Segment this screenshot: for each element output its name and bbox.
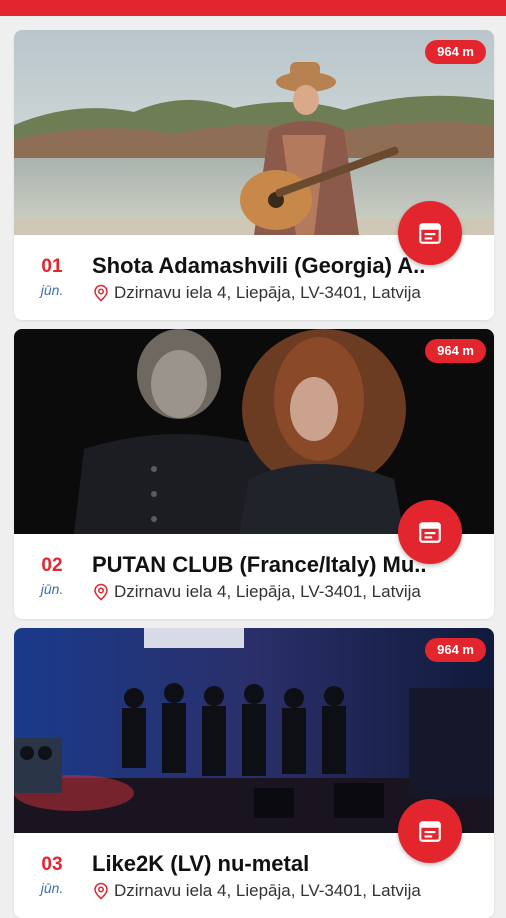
event-address: Dzirnavu iela 4, Liepāja, LV-3401, Latvi… [92, 880, 492, 902]
event-title[interactable]: Shota Adamashvili (Georgia) A.. [92, 252, 484, 280]
event-month: jūn. [40, 581, 64, 597]
distance-badge: 964 m [425, 40, 486, 64]
location-pin-icon [94, 284, 108, 302]
event-day: 01 [41, 256, 63, 277]
event-month: jūn. [40, 880, 64, 896]
calendar-icon [419, 223, 441, 244]
event-title[interactable]: PUTAN CLUB (France/Italy) Mu.. [92, 551, 484, 579]
event-day: 03 [41, 854, 63, 875]
event-card[interactable]: 964 m 03 jūn. Like2K (LV) nu-metal Dzirn… [14, 628, 494, 918]
event-address: Dzirnavu iela 4, Liepāja, LV-3401, Latvi… [92, 282, 492, 304]
event-address-text: Dzirnavu iela 4, Liepāja, LV-3401, Latvi… [114, 881, 421, 900]
event-title[interactable]: Like2K (LV) nu-metal [92, 850, 484, 878]
location-pin-icon [94, 583, 108, 601]
top-app-bar [0, 0, 506, 16]
location-pin-icon [94, 882, 108, 900]
event-month: jūn. [40, 282, 64, 298]
event-card[interactable]: 964 m 01 jūn. Shota Adamashvili (Georgia… [14, 30, 494, 320]
calendar-icon [419, 522, 441, 543]
distance-badge: 964 m [425, 339, 486, 363]
event-day: 02 [41, 555, 63, 576]
event-address: Dzirnavu iela 4, Liepāja, LV-3401, Latvi… [92, 581, 492, 603]
event-date: 03 jūn. [28, 854, 76, 898]
event-address-text: Dzirnavu iela 4, Liepāja, LV-3401, Latvi… [114, 283, 421, 302]
calendar-icon [419, 821, 441, 842]
event-card[interactable]: 964 m 02 jūn. PUTAN CLUB (France/Italy) … [14, 329, 494, 619]
event-address-text: Dzirnavu iela 4, Liepāja, LV-3401, Latvi… [114, 582, 421, 601]
event-date: 02 jūn. [28, 555, 76, 599]
distance-badge: 964 m [425, 638, 486, 662]
event-date: 01 jūn. [28, 256, 76, 300]
